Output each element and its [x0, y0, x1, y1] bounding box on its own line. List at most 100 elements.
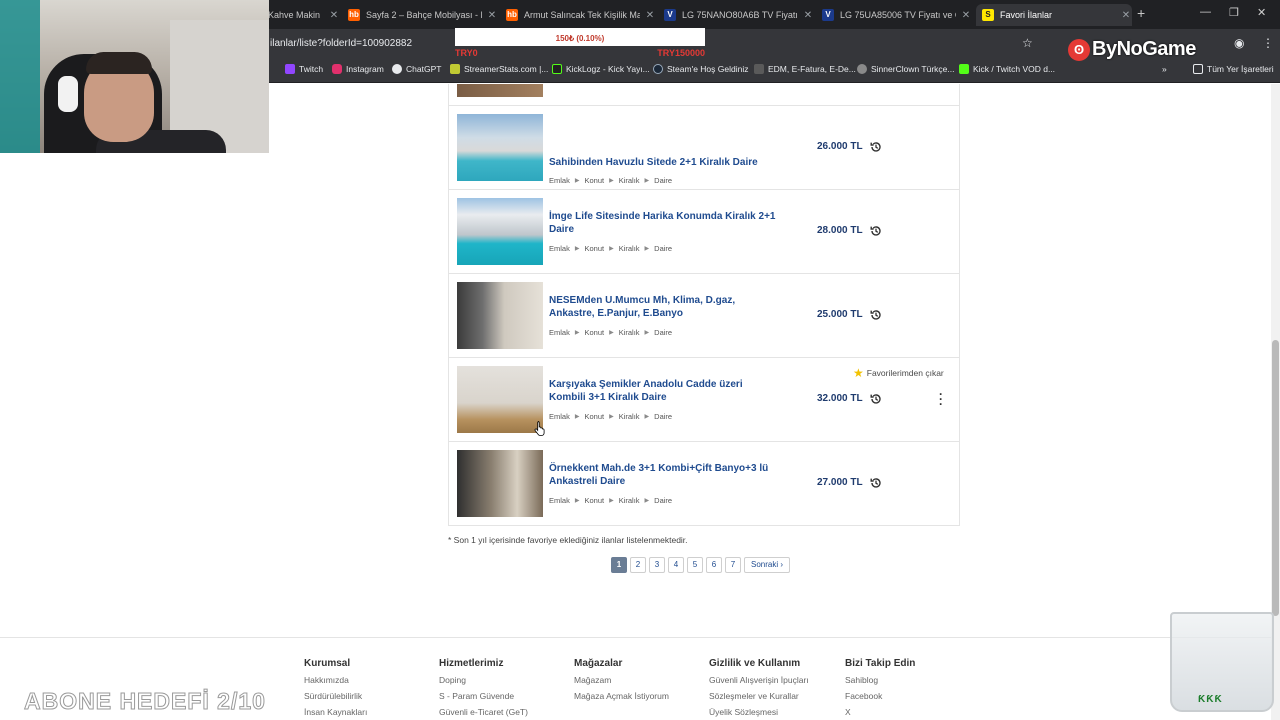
- bookmark-star-icon[interactable]: ☆: [1022, 36, 1033, 50]
- maximize-icon[interactable]: ❐: [1229, 6, 1239, 19]
- footer-link[interactable]: İnsan Kaynakları: [304, 707, 367, 717]
- close-tab-icon[interactable]: ✕: [802, 10, 814, 21]
- browser-tab[interactable]: V LG 75UA85006 TV Fiyatı ve Özellikleri …: [822, 4, 972, 26]
- chevron-right-icon: ▶: [644, 330, 650, 336]
- crumb[interactable]: Emlak: [549, 496, 570, 505]
- bookmark-streamerstats[interactable]: StreamerStats.com |...: [450, 64, 548, 74]
- page-button[interactable]: 7: [725, 557, 741, 573]
- vatan-favicon-icon: V: [664, 9, 676, 21]
- listing-title-link[interactable]: NESEMden U.Mumcu Mh, Klima, D.gaz, Ankas…: [549, 294, 781, 320]
- new-tab-button[interactable]: +: [1137, 5, 1145, 21]
- price-history-icon[interactable]: [869, 308, 883, 322]
- list-item[interactable]: Örnekkent Mah.de 3+1 Kombi+Çift Banyo+3 …: [449, 442, 959, 526]
- price-history-icon[interactable]: [869, 476, 883, 490]
- close-tab-icon[interactable]: ✕: [486, 10, 498, 21]
- listing-title-link[interactable]: İmge Life Sitesinde Harika Konumda Kiral…: [549, 210, 781, 236]
- crumb[interactable]: Emlak: [549, 244, 570, 253]
- price-history-icon[interactable]: [869, 140, 883, 154]
- crumb[interactable]: Kiralık: [619, 496, 640, 505]
- bookmark-sinnerclown[interactable]: SinnerClown Türkçe...: [857, 64, 954, 74]
- crumb[interactable]: Konut: [584, 328, 604, 337]
- crumb[interactable]: Daire: [654, 176, 672, 185]
- crumb[interactable]: Emlak: [549, 176, 570, 185]
- close-tab-icon[interactable]: ✕: [328, 10, 340, 21]
- crumb[interactable]: Konut: [584, 412, 604, 421]
- close-tab-icon[interactable]: ✕: [1120, 10, 1132, 21]
- listing-title-link[interactable]: Sahibinden Havuzlu Sitede 2+1 Kiralık Da…: [549, 156, 781, 169]
- crumb[interactable]: Konut: [584, 244, 604, 253]
- crumb[interactable]: Emlak: [549, 412, 570, 421]
- browser-tab[interactable]: V LG 75NANO80A6B TV Fiyatı ve ✕: [664, 4, 814, 26]
- browser-tab[interactable]: hb Sayfa 2 – Bahçe Mobilyası - Hepsibura…: [348, 4, 498, 26]
- browser-tab-active[interactable]: S Favori İlanlar ✕: [976, 4, 1132, 26]
- listing-photo[interactable]: [457, 114, 543, 181]
- footer-link[interactable]: Facebook: [845, 691, 915, 701]
- crumb[interactable]: Daire: [654, 244, 672, 253]
- footer-link[interactable]: Sahiblog: [845, 675, 915, 685]
- bookmark-chatgpt[interactable]: ChatGPT: [392, 64, 441, 74]
- bynogame-logo-icon: ʘ: [1068, 38, 1090, 61]
- footer-link[interactable]: Sürdürülebilirlik: [304, 691, 367, 701]
- close-tab-icon[interactable]: ✕: [644, 10, 656, 21]
- footer-link[interactable]: Hakkımızda: [304, 675, 367, 685]
- price-history-icon[interactable]: [869, 392, 883, 406]
- bookmark-folder-all[interactable]: Tüm Yer İşaretleri: [1193, 64, 1274, 74]
- crumb[interactable]: Daire: [654, 328, 672, 337]
- list-item[interactable]: İmge Life Sitesinde Harika Konumda Kiral…: [449, 190, 959, 274]
- bookmark-kicklogz[interactable]: KickLogz - Kick Yayı...: [552, 64, 650, 74]
- listing-photo[interactable]: [457, 282, 543, 349]
- page-button[interactable]: 3: [649, 557, 665, 573]
- profile-icon[interactable]: ◉: [1234, 36, 1244, 50]
- bookmark-twitch[interactable]: Twitch: [285, 64, 323, 74]
- close-window-icon[interactable]: ✕: [1257, 6, 1266, 19]
- crumb[interactable]: Konut: [584, 496, 604, 505]
- bookmark-edm[interactable]: EDM, E-Fatura, E-De...: [754, 64, 856, 74]
- crumb[interactable]: Kiralık: [619, 244, 640, 253]
- crumb[interactable]: Kiralık: [619, 412, 640, 421]
- footer-link[interactable]: Mağazam: [574, 675, 669, 685]
- crumb[interactable]: Daire: [654, 412, 672, 421]
- remove-favorite-button[interactable]: ★ Favorilerimden çıkar: [853, 366, 944, 380]
- page-button[interactable]: 6: [706, 557, 722, 573]
- footer-link[interactable]: Güvenli Alışverişin İpuçları: [709, 675, 809, 685]
- bookmark-instagram[interactable]: Instagram: [332, 64, 384, 74]
- url-field[interactable]: ilanlar/liste?folderId=100902882: [270, 38, 412, 49]
- minimize-icon[interactable]: —: [1200, 6, 1211, 18]
- next-page-button[interactable]: Sonraki ›: [744, 557, 791, 573]
- listing-photo[interactable]: [457, 198, 543, 265]
- bookmark-steam[interactable]: Steam'e Hoş Geldiniz: [653, 64, 748, 74]
- list-item[interactable]: Karşıyaka Şemikler Anadolu Cadde üzeri K…: [449, 358, 959, 442]
- menu-icon[interactable]: ⋮: [1262, 36, 1274, 50]
- listing-photo[interactable]: [457, 366, 543, 433]
- listing-title-link[interactable]: Karşıyaka Şemikler Anadolu Cadde üzeri K…: [549, 378, 781, 404]
- list-item[interactable]: Sahibinden Havuzlu Sitede 2+1 Kiralık Da…: [449, 106, 959, 190]
- webcam-person-hair: [86, 52, 152, 74]
- footer-link[interactable]: X: [845, 707, 915, 717]
- more-options-icon[interactable]: · · ·: [939, 388, 943, 410]
- page-button[interactable]: 5: [687, 557, 703, 573]
- page-button[interactable]: 4: [668, 557, 684, 573]
- crumb[interactable]: Emlak: [549, 328, 570, 337]
- crumb[interactable]: Daire: [654, 496, 672, 505]
- bookmark-kick-vod[interactable]: Kick / Twitch VOD d...: [959, 64, 1055, 74]
- footer-link[interactable]: Üyelik Sözleşmesi: [709, 707, 809, 717]
- footer-link[interactable]: Mağaza Açmak İstiyorum: [574, 691, 669, 701]
- close-tab-icon[interactable]: ✕: [960, 10, 972, 21]
- listing-photo[interactable]: [457, 450, 543, 517]
- crumb[interactable]: Kiralık: [619, 328, 640, 337]
- crumb[interactable]: Konut: [584, 176, 604, 185]
- price-history-icon[interactable]: [869, 224, 883, 238]
- page-button-current[interactable]: 1: [611, 557, 627, 573]
- scrollbar-thumb[interactable]: [1272, 340, 1279, 616]
- browser-tab[interactable]: Kahve Makin ✕: [268, 4, 340, 26]
- list-item[interactable]: NESEMden U.Mumcu Mh, Klima, D.gaz, Ankas…: [449, 274, 959, 358]
- footer-link[interactable]: Sözleşmeler ve Kurallar: [709, 691, 809, 701]
- footer-link[interactable]: Doping: [439, 675, 528, 685]
- footer-link[interactable]: S - Param Güvende: [439, 691, 528, 701]
- browser-tab[interactable]: hb Armut Salıncak Tek Kişilik Makrome ✕: [506, 4, 656, 26]
- listing-title-link[interactable]: Örnekkent Mah.de 3+1 Kombi+Çift Banyo+3 …: [549, 462, 781, 488]
- footer-link[interactable]: Güvenli e-Ticaret (GeT): [439, 707, 528, 717]
- more-bookmarks-icon[interactable]: »: [1162, 64, 1167, 74]
- crumb[interactable]: Kiralık: [619, 176, 640, 185]
- page-button[interactable]: 2: [630, 557, 646, 573]
